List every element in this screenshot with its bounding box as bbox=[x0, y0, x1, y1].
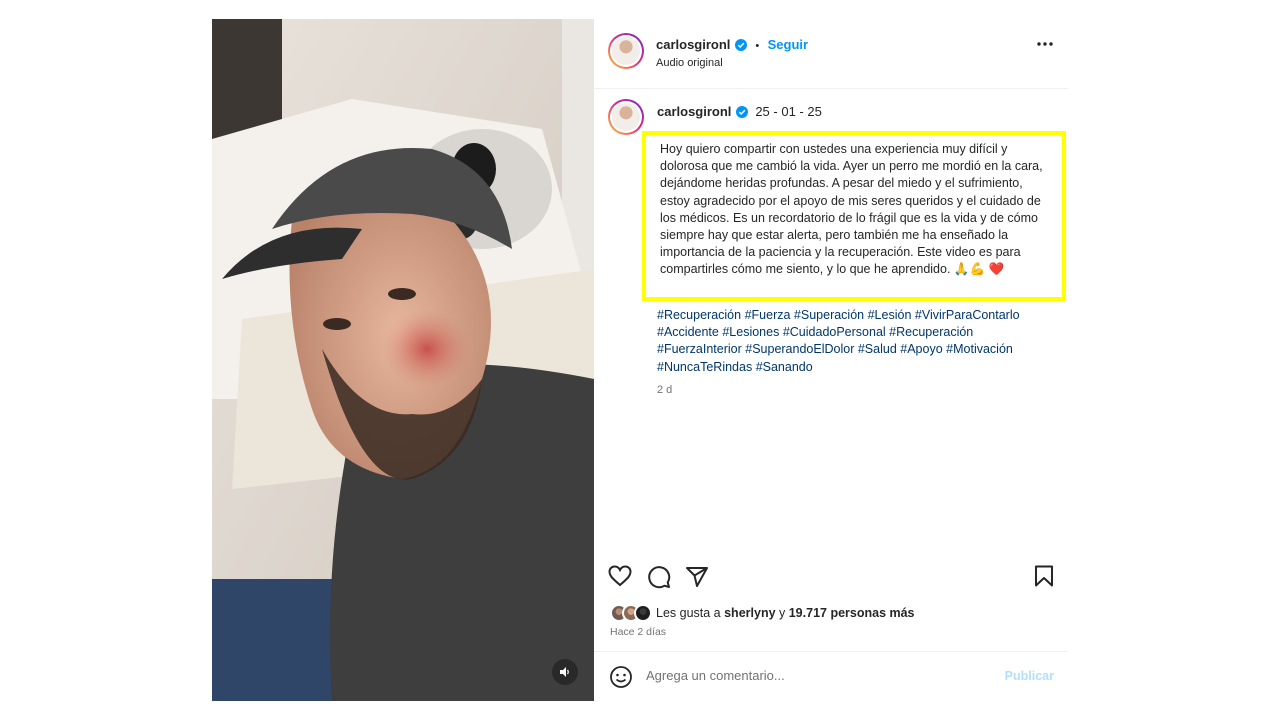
comment-input[interactable] bbox=[646, 668, 986, 683]
likes-prefix: Les gusta a bbox=[656, 606, 725, 620]
hashtag-link[interactable]: #Recuperación bbox=[657, 308, 741, 322]
hashtag-link[interactable]: #Lesión bbox=[868, 308, 912, 322]
audio-toggle-button[interactable] bbox=[552, 659, 578, 685]
hashtag-link[interactable]: #Sanando bbox=[756, 360, 813, 374]
save-bookmark-icon[interactable] bbox=[1034, 565, 1054, 587]
author-username[interactable]: carlosgironl bbox=[656, 37, 730, 52]
hashtag-link[interactable]: #Motivación bbox=[946, 342, 1013, 356]
post-video[interactable] bbox=[212, 19, 594, 701]
hashtag-link[interactable]: #CuidadoPersonal bbox=[783, 325, 886, 339]
caption-author-avatar[interactable] bbox=[608, 99, 644, 135]
likes-joiner: y bbox=[775, 606, 789, 620]
hashtag-link[interactable]: #Apoyo bbox=[900, 342, 942, 356]
hashtag-link[interactable]: #Accidente bbox=[657, 325, 719, 339]
caption-author-username[interactable]: carlosgironl bbox=[657, 104, 731, 119]
hashtag-link[interactable]: #FuerzaInterior bbox=[657, 342, 742, 356]
video-frame-illustration bbox=[212, 19, 594, 701]
like-heart-icon[interactable] bbox=[608, 565, 632, 587]
hashtag-link[interactable]: #Superación bbox=[794, 308, 864, 322]
caption-time-ago[interactable]: 2 d bbox=[657, 384, 672, 396]
publish-button[interactable]: Publicar bbox=[1005, 669, 1054, 683]
post-panel: carlosgironl • Seguir Audio original car… bbox=[594, 19, 1068, 701]
caption-highlight-box: Hoy quiero compartir con ustedes una exp… bbox=[642, 131, 1066, 301]
verified-badge-icon bbox=[734, 39, 747, 51]
post-header: carlosgironl • Seguir Audio original bbox=[594, 19, 1068, 89]
header-separator: • bbox=[755, 40, 760, 52]
liker-username[interactable]: sherlyny bbox=[724, 606, 775, 620]
hashtag-link[interactable]: #Salud bbox=[858, 342, 897, 356]
hashtag-link[interactable]: #Recuperación bbox=[889, 325, 973, 339]
verified-badge-icon bbox=[735, 106, 748, 118]
comment-bar: Publicar bbox=[594, 651, 1068, 701]
more-icon[interactable] bbox=[1036, 41, 1054, 47]
hashtag-link[interactable]: #NuncaTeRindas bbox=[657, 360, 752, 374]
likes-text: Les gusta a sherlyny y 19.717 personas m… bbox=[656, 606, 915, 620]
hashtag-list: #Recuperación #Fuerza #Superación #Lesió… bbox=[657, 307, 1057, 376]
action-bar bbox=[594, 559, 1068, 595]
audio-link[interactable]: Audio original bbox=[656, 57, 723, 69]
likes-count[interactable]: 19.717 personas más bbox=[789, 606, 915, 620]
comment-icon[interactable] bbox=[647, 565, 671, 589]
caption-text: Hoy quiero compartir con ustedes una exp… bbox=[660, 142, 1043, 277]
liker-avatar bbox=[634, 604, 652, 622]
hashtag-link[interactable]: #Fuerza bbox=[745, 308, 791, 322]
likes-summary: Les gusta a sherlyny y 19.717 personas m… bbox=[610, 603, 915, 623]
share-icon[interactable] bbox=[685, 565, 709, 589]
author-avatar[interactable] bbox=[608, 33, 644, 69]
hashtag-link[interactable]: #Lesiones bbox=[722, 325, 779, 339]
hashtag-link[interactable]: #SuperandoElDolor bbox=[745, 342, 854, 356]
emoji-icon[interactable] bbox=[609, 665, 633, 689]
caption-date: 25 - 01 - 25 bbox=[755, 104, 822, 119]
follow-button[interactable]: Seguir bbox=[768, 37, 808, 52]
speaker-icon bbox=[560, 667, 569, 677]
post-timestamp[interactable]: Hace 2 días bbox=[610, 626, 666, 638]
hashtag-link[interactable]: #VivirParaContarlo bbox=[915, 308, 1020, 322]
